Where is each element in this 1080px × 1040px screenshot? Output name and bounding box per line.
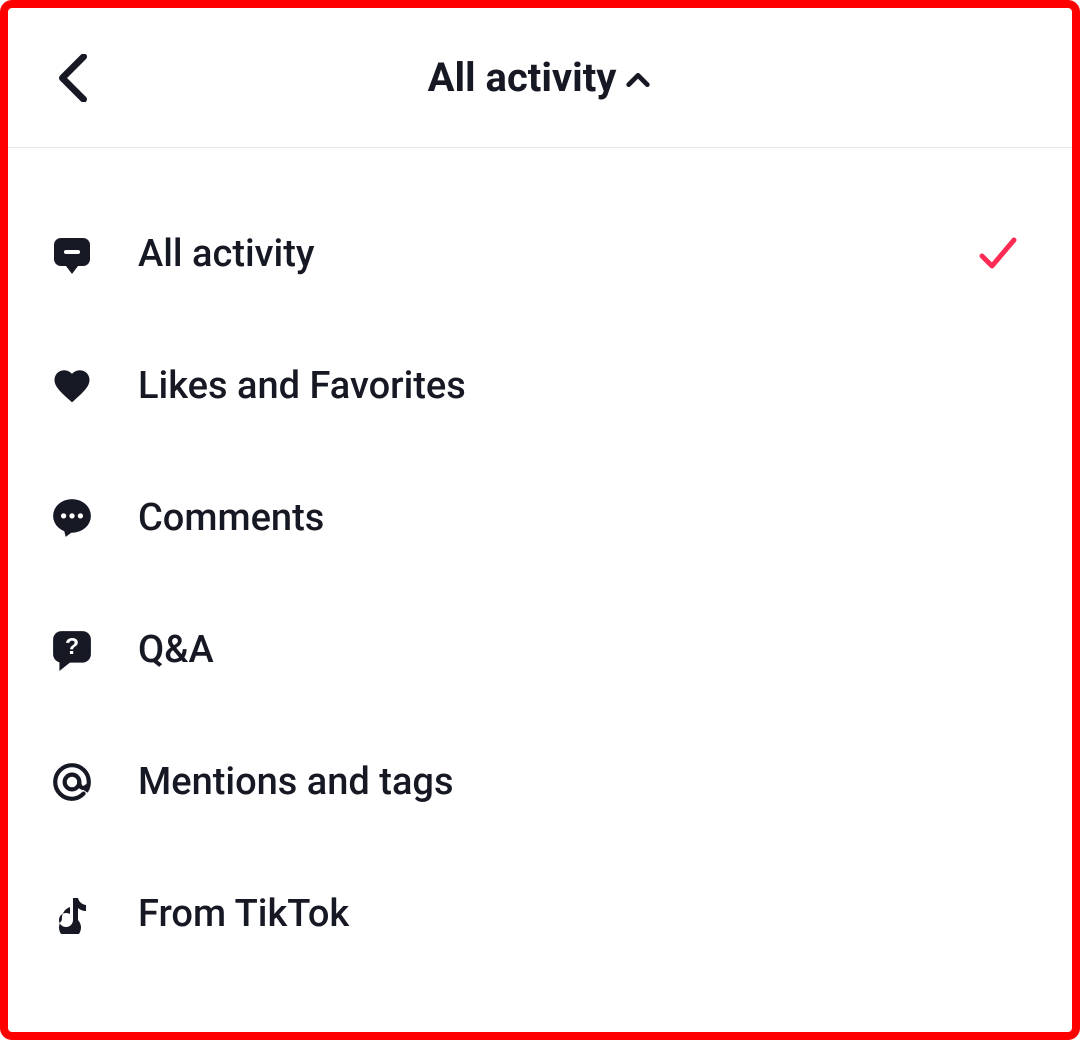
filter-item-label: Mentions and tags [138,760,1022,804]
filter-item-all-activity[interactable]: All activity [8,188,1072,320]
filter-item-label: All activity [138,232,974,276]
activity-bubble-icon [48,230,96,278]
heart-icon [48,362,96,410]
filter-item-label: Likes and Favorites [138,364,1022,408]
filter-item-mentions[interactable]: Mentions and tags [8,716,1072,848]
back-button[interactable] [48,53,98,103]
comment-dots-icon [48,494,96,542]
app-frame: All activity All activity [0,0,1080,1040]
qa-bubble-icon: ? [48,626,96,674]
filter-list: All activity Likes and Favorites [8,148,1072,980]
filter-item-qa[interactable]: ? Q&A [8,584,1072,716]
at-sign-icon [48,758,96,806]
filter-item-comments[interactable]: Comments [8,452,1072,584]
chevron-up-icon [624,66,652,94]
title-dropdown[interactable]: All activity [428,54,653,101]
filter-item-label: Comments [138,496,1022,540]
filter-item-label: From TikTok [138,892,1022,936]
header-bar: All activity [8,8,1072,148]
svg-text:?: ? [65,633,79,659]
filter-item-label: Q&A [138,628,1022,672]
page-title: All activity [428,54,617,101]
chevron-left-icon [56,54,90,102]
check-icon [974,230,1022,278]
filter-item-from-tiktok[interactable]: From TikTok [8,848,1072,980]
filter-item-likes[interactable]: Likes and Favorites [8,320,1072,452]
tiktok-note-icon [48,890,96,938]
